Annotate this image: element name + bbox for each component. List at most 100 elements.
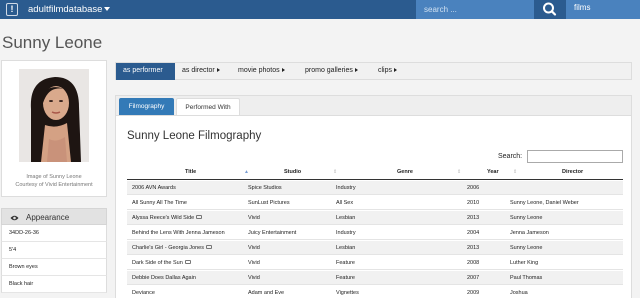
cell-text: 2007 [467, 275, 480, 281]
cell-studio[interactable]: Vivid [248, 260, 260, 266]
cell-director[interactable]: Paul Thomas [510, 275, 542, 281]
profile-photo[interactable] [19, 69, 89, 162]
table-row: Dark Side of the Sun Vivid Feature 2008 Luth… [127, 256, 623, 270]
cell-studio[interactable]: SunLust Pictures [248, 200, 290, 206]
sort-icon[interactable]: ⇕ [457, 169, 461, 175]
cell-text: 2006 AVN Awards [132, 185, 176, 191]
cell-text: All Sex [336, 200, 354, 206]
cell-studio[interactable]: Juicy Entertainment [248, 230, 296, 236]
col-title[interactable]: Title [185, 169, 196, 175]
cell-director[interactable]: Sunny Leone [510, 215, 542, 221]
attr-measurements: 34DD-26-36 [1, 225, 107, 242]
cell-director[interactable]: Joshua [510, 290, 528, 296]
cell-director[interactable]: Jenna Jameson [510, 230, 549, 236]
cell-title[interactable]: Deviance [132, 290, 155, 296]
tab-as-performer[interactable]: as performer [116, 63, 175, 80]
cell-studio[interactable]: Spice Studios [248, 185, 282, 191]
sort-icon[interactable]: ⇕ [333, 169, 337, 175]
sort-icon[interactable]: ⇕ [513, 169, 517, 175]
cell-title[interactable]: Debbie Does Dallas Again [132, 275, 196, 281]
cell-text: Behind the Lens With Jenna Jameson [132, 230, 225, 236]
cell-text: Spice Studios [248, 185, 282, 191]
cell-text: 2010 [467, 200, 480, 206]
profile-photo-card: Image of Sunny Leone Courtesy of Vivid E… [1, 60, 107, 197]
cell-text: Joshua [510, 290, 528, 296]
portrait-image [19, 69, 89, 162]
cell-year: 2013 [467, 245, 479, 251]
attr-eyes: Brown eyes [1, 259, 107, 276]
cell-year: 2004 [467, 230, 479, 236]
subtab-filmography[interactable]: Filmography [119, 98, 174, 115]
cell-title[interactable]: Alyssa Reece's Wild Side [132, 215, 203, 221]
search-button[interactable] [534, 0, 566, 19]
cell-genre: Feature [336, 275, 355, 281]
appearance-header: Appearance [1, 208, 107, 225]
cell-text: Debbie Does Dallas Again [132, 275, 196, 281]
magnifier-icon [543, 2, 557, 16]
table-row: 2006 AVN Awards Spice Studios Industry 2006 [127, 181, 623, 195]
tab-label: movie photos [238, 67, 280, 74]
cell-text: Juicy Entertainment [248, 230, 297, 236]
site-menu[interactable]: adultfilmdatabase [28, 4, 111, 15]
cell-text: 2013 [467, 245, 480, 251]
col-year[interactable]: Year [487, 169, 499, 175]
cell-text: Deviance [132, 290, 155, 296]
cell-year: 2013 [467, 215, 479, 221]
tab-clips[interactable]: clips [378, 63, 398, 80]
cell-studio[interactable]: Vivid [248, 275, 260, 281]
col-director[interactable]: Director [562, 169, 583, 175]
subtab-performed-with[interactable]: Performed With [176, 98, 240, 115]
cell-text: 2006 [467, 185, 480, 191]
filmography-panel: Filmography Performed With Sunny Leone F… [115, 95, 632, 298]
tab-as-director[interactable]: as director [182, 63, 220, 80]
tab-movie-photos[interactable]: movie photos [238, 63, 285, 80]
cell-text: Vivid [248, 245, 260, 251]
photo-icon [205, 245, 212, 249]
col-genre[interactable]: Genre [397, 169, 413, 175]
cell-genre: Industry [336, 185, 356, 191]
filmography-title: Sunny Leone Filmography [127, 130, 262, 142]
tab-label: as performer [123, 67, 163, 74]
caret-down-icon [104, 7, 111, 11]
table-search-input[interactable] [527, 150, 623, 163]
cell-title[interactable]: All Sunny All The Time [132, 200, 187, 206]
search-scope-select[interactable]: films [566, 0, 640, 19]
cell-text: 2004 [467, 230, 480, 236]
cell-year: 2010 [467, 200, 479, 206]
cell-title[interactable]: Dark Side of the Sun [132, 260, 191, 266]
cell-title[interactable]: 2006 AVN Awards [132, 185, 176, 191]
cell-studio[interactable]: Vivid [248, 215, 260, 221]
cell-text: 2013 [467, 215, 480, 221]
main-tabs: as performer as director movie photos pr… [115, 62, 632, 80]
caret-right-icon [354, 68, 358, 72]
tab-label: promo galleries [305, 67, 353, 74]
cell-director[interactable]: Luther King [510, 260, 538, 266]
cell-text: 2009 [467, 290, 480, 296]
tab-label: as director [182, 67, 215, 74]
cell-text: Sunny Leone [510, 245, 543, 251]
cell-genre: Industry [336, 230, 356, 236]
cell-studio[interactable]: Adam and Eve [248, 290, 284, 296]
table-row: Charlie's Girl - Georgia Jones Vivid Lesbi… [127, 241, 623, 255]
caret-right-icon [394, 68, 398, 72]
cell-genre: Feature [336, 260, 355, 266]
table-search-label: Search: [498, 153, 523, 160]
site-logo-icon[interactable]: ! [6, 3, 18, 16]
attr-hair: Black hair [1, 276, 107, 293]
cell-title[interactable]: Charlie's Girl - Georgia Jones [132, 245, 212, 251]
cell-title[interactable]: Behind the Lens With Jenna Jameson [132, 230, 225, 236]
sort-asc-icon[interactable]: ▲ [244, 169, 249, 175]
photo-caption: Image of Sunny Leone Courtesy of Vivid E… [2, 173, 106, 189]
cell-text: Alyssa Reece's Wild Side [132, 215, 195, 221]
cell-text: Sunny Leone [510, 215, 543, 221]
sub-tabs: Filmography Performed With [116, 96, 631, 116]
col-studio[interactable]: Studio [284, 169, 301, 175]
caret-right-icon [216, 68, 220, 72]
cell-director[interactable]: Sunny Leone [510, 245, 542, 251]
site-search-input[interactable] [424, 3, 530, 16]
photo-icon [184, 260, 191, 264]
cell-studio[interactable]: Vivid [248, 245, 260, 251]
tab-promo-galleries[interactable]: promo galleries [305, 63, 358, 80]
cell-text: Industry [336, 185, 356, 191]
cell-director[interactable]: Sunny Leone, Daniel Weber [510, 200, 579, 206]
